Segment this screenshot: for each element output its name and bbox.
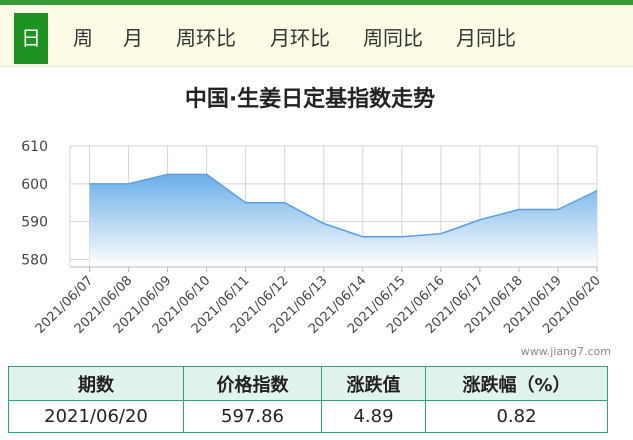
table-header-row: 期数 价格指数 涨跌值 涨跌幅（%） xyxy=(8,366,608,401)
tab-week-over-week[interactable]: 周环比 xyxy=(170,13,242,64)
cell-change-percent: 0.82 xyxy=(425,400,608,433)
tab-week[interactable]: 周 xyxy=(68,13,98,64)
chart-container: 中国·生姜日定基指数走势 580 590 600 610 2021/06/07 2021/… xyxy=(0,66,633,366)
header-period: 期数 xyxy=(8,366,184,401)
price-index-table: 期数 价格指数 涨跌值 涨跌幅（%） 2021/06/20 597.86 4.8… xyxy=(8,366,608,433)
y-tick-label: 590 xyxy=(21,215,48,231)
tab-week-year-over-year[interactable]: 周同比 xyxy=(357,13,429,64)
cell-period: 2021/06/20 xyxy=(8,400,184,433)
cell-change-value: 4.89 xyxy=(321,400,426,433)
y-tick-label: 600 xyxy=(21,177,48,193)
watermark-text: www.jiang7.com xyxy=(520,345,611,358)
chart-title: 中国·生姜日定基指数走势 xyxy=(185,86,435,112)
header-change-percent: 涨跌幅（%） xyxy=(425,366,608,401)
y-tick-label: 580 xyxy=(21,252,48,268)
index-trend-chart: 中国·生姜日定基指数走势 5805906006102021/06/072021/… xyxy=(21,86,604,337)
tab-month-year-over-year[interactable]: 月同比 xyxy=(450,13,522,64)
cell-price-index: 597.86 xyxy=(183,400,322,433)
tab-month-over-month[interactable]: 月环比 xyxy=(264,13,336,64)
period-tab-bar: 日 周 月 周环比 月环比 周同比 月同比 xyxy=(0,5,633,67)
header-price-index: 价格指数 xyxy=(183,366,322,401)
header-change-value: 涨跌值 xyxy=(321,366,426,401)
tab-month[interactable]: 月 xyxy=(118,13,148,64)
y-tick-label: 610 xyxy=(21,139,48,155)
table-row: 2021/06/20 597.86 4.89 0.82 xyxy=(8,400,608,433)
series-area-fill xyxy=(89,174,597,267)
tab-day[interactable]: 日 xyxy=(14,13,48,64)
